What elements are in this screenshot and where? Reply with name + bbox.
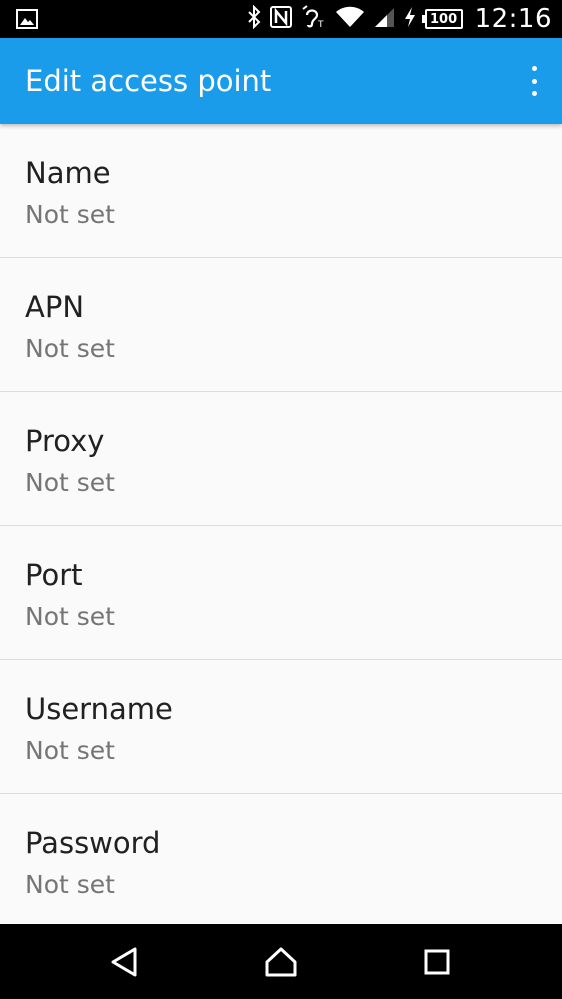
recents-icon[interactable]	[417, 942, 457, 982]
status-bar: T 100 12:16	[0, 0, 562, 38]
item-title: Password	[25, 826, 161, 860]
navigation-bar	[0, 924, 562, 999]
more-vert-icon[interactable]	[526, 66, 542, 96]
svg-text:T: T	[317, 20, 324, 29]
list-item-username[interactable]: Username Not set	[0, 660, 562, 794]
item-title: Port	[25, 558, 83, 592]
list-item-proxy[interactable]: Proxy Not set	[0, 392, 562, 526]
list-item-port[interactable]: Port Not set	[0, 526, 562, 660]
item-summary: Not set	[25, 602, 115, 631]
status-icons: T 100 12:16	[247, 0, 552, 38]
list-item-name[interactable]: Name Not set	[0, 124, 562, 258]
charging-icon	[403, 6, 417, 33]
list-item-apn[interactable]: APN Not set	[0, 258, 562, 392]
list-item-password[interactable]: Password Not set	[0, 794, 562, 924]
bluetooth-icon	[247, 4, 261, 34]
item-summary: Not set	[25, 870, 115, 899]
image-icon	[16, 9, 38, 29]
battery-icon: 100	[421, 9, 463, 29]
item-summary: Not set	[25, 736, 115, 765]
signal-icon	[373, 6, 395, 33]
item-summary: Not set	[25, 468, 115, 497]
item-title: Username	[25, 692, 173, 726]
screen: T 100 12:16 Edit access point Name Not s…	[0, 0, 562, 999]
nfc-icon	[269, 5, 293, 34]
page-title: Edit access point	[25, 64, 272, 98]
status-time: 12:16	[474, 4, 552, 34]
back-icon[interactable]	[104, 942, 144, 982]
item-title: Proxy	[25, 424, 105, 458]
item-title: Name	[25, 156, 111, 190]
apn-settings-list: Name Not set APN Not set Proxy Not set P…	[0, 124, 562, 924]
item-title: APN	[25, 290, 85, 324]
item-summary: Not set	[25, 334, 115, 363]
hearing-aid-icon: T	[301, 4, 327, 34]
item-summary: Not set	[25, 200, 115, 229]
app-bar: Edit access point	[0, 38, 562, 124]
wifi-icon	[335, 5, 365, 34]
home-icon[interactable]	[261, 942, 301, 982]
